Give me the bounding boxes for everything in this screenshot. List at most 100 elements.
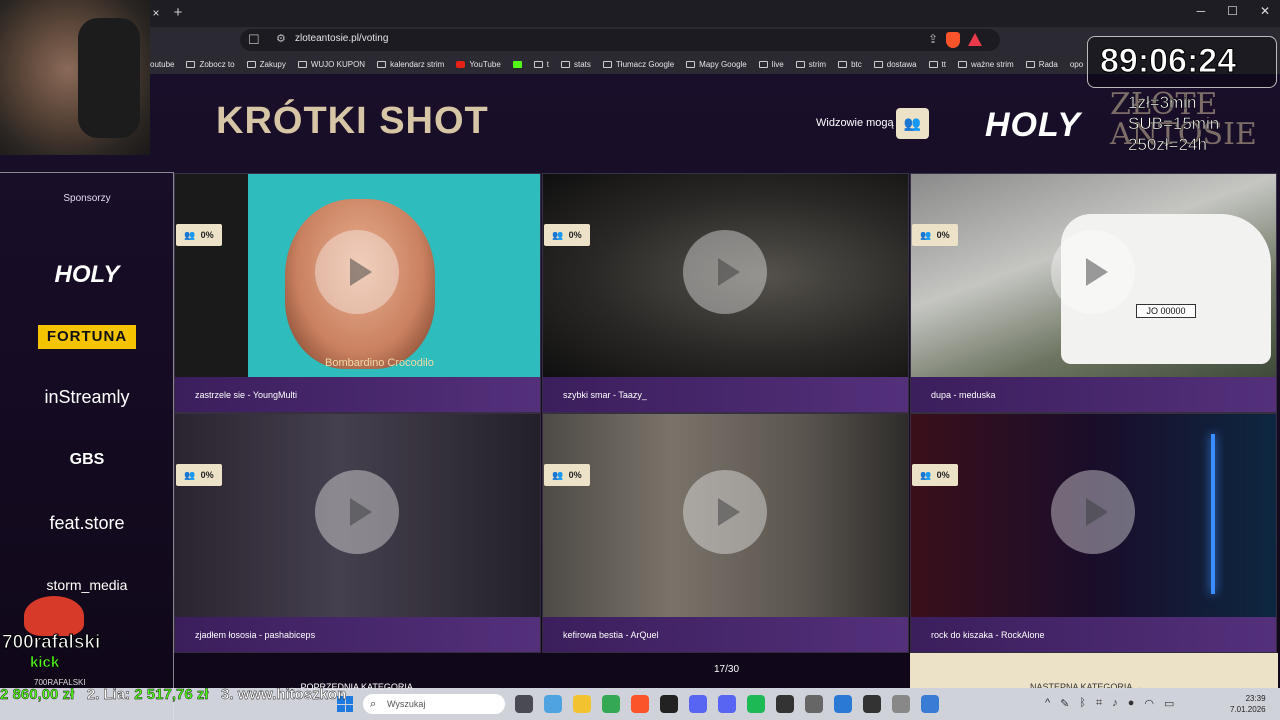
video-label[interactable]: szybki smar - Taazy_ (543, 377, 908, 412)
battery-icon[interactable]: ▭ (1164, 697, 1174, 710)
sponsor-gbs[interactable]: GBS (0, 451, 174, 469)
volume-icon[interactable]: ♪ (1112, 697, 1118, 710)
folder-icon (873, 60, 883, 68)
timer-rules: 1zł=3min SUB=15min 250zł=24h (1128, 92, 1220, 155)
task-view-icon[interactable] (515, 695, 533, 713)
url-text[interactable]: zloteantosie.pl/voting (295, 33, 388, 44)
video-tile[interactable]: 👥 0% kefirowa bestia - ArQuel (542, 413, 909, 653)
video-tile[interactable]: 👥 0% szybki smar - Taazy_ (542, 173, 909, 413)
bookmark-label: kalendarz strim (390, 59, 445, 69)
percent-value: 0% (568, 230, 582, 240)
video-tile[interactable]: Bombardino Crocodilo 👥 0% zastrzele sie -… (174, 173, 541, 413)
users-icon: 👥 (184, 229, 196, 240)
share-icon[interactable]: ⇪ (928, 32, 938, 46)
bookmark-icon[interactable]: ☐ (248, 32, 260, 48)
holy-logo: HOLY (985, 106, 1081, 144)
play-icon[interactable] (1051, 230, 1135, 314)
video-tile[interactable]: 👥 0% rock do kiszaka - RockAlone (910, 413, 1277, 653)
app-icon[interactable] (776, 695, 794, 713)
pen-icon[interactable]: ✎ (1060, 697, 1069, 710)
play-icon[interactable] (1051, 470, 1135, 554)
bookmark-item[interactable]: outube (150, 60, 174, 69)
bookmark-item[interactable]: dostawa (873, 59, 917, 69)
bookmark-item[interactable]: WUJO KUPON (297, 60, 365, 69)
stats-icon (561, 60, 570, 68)
voting-page: KRÓTKI SHOT Widzowie mogą 👥 HOLY ZŁOTE A… (0, 74, 1280, 720)
bookmark-item[interactable]: live (758, 60, 784, 69)
bookmark-item[interactable]: stats (561, 60, 591, 69)
sponsor-instreamly[interactable]: inStreamly (0, 387, 174, 408)
bookmark-item[interactable]: Rada (1025, 60, 1058, 69)
users-icon[interactable]: 👥 (896, 108, 929, 139)
sponsor-fortuna[interactable]: FORTUNA (38, 325, 136, 349)
bookmark-item[interactable]: Tłumacz Google (602, 60, 674, 69)
system-tray: ^ ✎ ᛒ ⌗ ♪ ● ◠ ▭ (1045, 697, 1174, 710)
brave-rewards-icon[interactable] (968, 33, 982, 46)
calculator-icon[interactable] (805, 695, 823, 713)
play-icon[interactable] (683, 230, 767, 314)
video-label[interactable]: zjadłem łososia - pashabiceps (175, 617, 540, 652)
video-label[interactable]: kefirowa bestia - ArQuel (543, 617, 908, 652)
play-icon[interactable] (315, 470, 399, 554)
bookmark-item[interactable]: kalendarz strim (377, 60, 444, 69)
video-grid: Bombardino Crocodilo 👥 0% zastrzele sie -… (174, 173, 1278, 653)
bookmark-item[interactable]: ważne strim (958, 60, 1014, 69)
bookmark-item[interactable]: YouTube (456, 60, 501, 69)
bookmark-label: strim (808, 59, 827, 69)
chevron-up-icon[interactable]: ^ (1045, 697, 1050, 710)
play-icon[interactable] (315, 230, 399, 314)
sponsor-featstore[interactable]: feat.store (0, 513, 174, 534)
minimize-icon[interactable]: ─ (1197, 4, 1206, 18)
bookmark-item[interactable]: tt (928, 60, 946, 69)
spotify-icon[interactable] (747, 695, 765, 713)
bookmark-item[interactable] (512, 60, 522, 68)
close-tab-icon[interactable]: × (148, 5, 164, 21)
video-label[interactable]: dupa - meduska (911, 377, 1276, 412)
close-window-icon[interactable]: ✕ (1260, 4, 1270, 18)
bookmark-label: dostawa (886, 59, 917, 69)
address-bar[interactable]: ☐ ⚙ zloteantosie.pl/voting ⇪ (240, 29, 1000, 51)
license-plate: JO 00000 (1136, 304, 1196, 318)
vote-percent-badge: 👥 0% (176, 464, 222, 486)
file-explorer-icon[interactable] (573, 695, 591, 713)
bookmark-item[interactable]: strim (795, 59, 827, 69)
bookmark-item[interactable]: opo (1070, 60, 1083, 69)
bookmark-item[interactable]: Zakupy (246, 60, 286, 69)
video-label[interactable]: rock do kiszaka - RockAlone (911, 617, 1276, 652)
notepad-icon[interactable] (892, 695, 910, 713)
kick-label: kick (30, 654, 60, 672)
subathon-timer: 89:06:24 (1099, 42, 1237, 81)
video-tile[interactable]: 👥 0% zjadłem łososia - pashabiceps (174, 413, 541, 653)
bookmark-label: btc (851, 59, 862, 69)
bluetooth-icon[interactable]: ᛒ (1079, 697, 1086, 710)
chrome-icon[interactable] (602, 695, 620, 713)
network-icon[interactable]: ⌗ (1096, 697, 1102, 710)
bookmark-item[interactable]: Zobocz to (186, 60, 235, 69)
video-tile[interactable]: JO 00000 👥 0% dupa - meduska (910, 173, 1277, 413)
site-info-icon[interactable]: ⚙ (276, 32, 286, 45)
bookmark-item[interactable]: btc (838, 60, 862, 69)
play-icon[interactable] (683, 470, 767, 554)
bookmark-label: outube (150, 59, 175, 69)
maximize-icon[interactable]: ☐ (1227, 4, 1238, 18)
brave-shield-icon[interactable] (946, 32, 960, 48)
sponsor-holy[interactable]: HOLY (0, 261, 174, 289)
app-icon[interactable] (834, 695, 852, 713)
steam-icon[interactable] (689, 695, 707, 713)
wifi-icon[interactable]: ◠ (1144, 697, 1154, 710)
category-title: KRÓTKI SHOT (216, 100, 489, 142)
bookmark-item[interactable]: t (533, 60, 549, 69)
obs-icon[interactable] (660, 695, 678, 713)
bookmark-item[interactable]: Mapy Google (686, 60, 747, 69)
photos-icon[interactable] (544, 695, 562, 713)
app-icon[interactable] (863, 695, 881, 713)
start-tile (337, 704, 345, 712)
discord-icon[interactable] (718, 695, 736, 713)
sponsor-storm-media[interactable]: storm_media (0, 577, 174, 593)
video-label[interactable]: zastrzele sie - YoungMulti (175, 377, 540, 412)
taskbar-clock[interactable]: 23:39 7.01.2026 (1230, 693, 1266, 715)
new-tab-button[interactable]: + (170, 4, 186, 22)
mic-icon[interactable]: ● (1128, 697, 1135, 710)
brave-icon[interactable] (631, 695, 649, 713)
app-icon[interactable] (921, 695, 939, 713)
